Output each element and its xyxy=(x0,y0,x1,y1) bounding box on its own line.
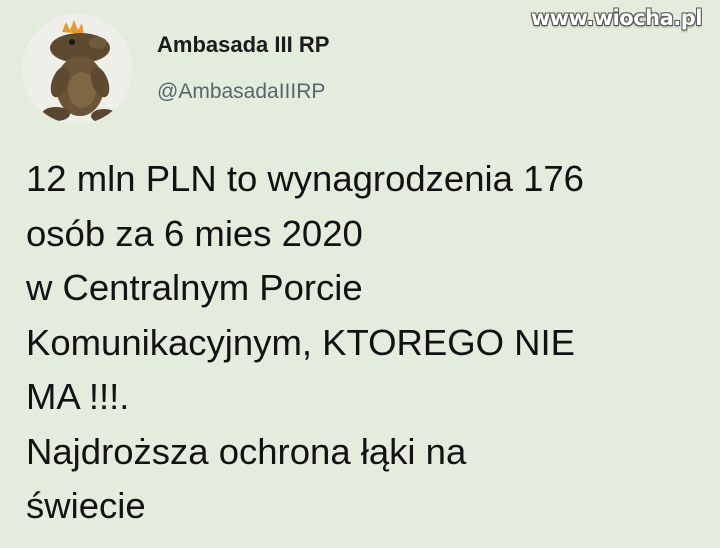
tweet-text-line: Komunikacyjnym, KTOREGO NIE xyxy=(26,321,575,363)
frog-toy-icon xyxy=(22,14,132,124)
tweet-text-line: w Centralnym Porcie xyxy=(26,267,363,308)
tweet-text-line: MA !!!. xyxy=(26,376,130,417)
author-avatar[interactable] xyxy=(22,14,132,124)
author-handle[interactable]: @AmbasadaIIIRP xyxy=(157,80,325,104)
tweet-text: 12 mln PLN to wynagrodzenia 176 osób za … xyxy=(26,152,706,534)
tweet-text-line: świecie xyxy=(26,485,146,526)
tweet-text-line: 12 mln PLN to wynagrodzenia 176 xyxy=(26,158,584,199)
tweet-text-line: Najdroższa ochrona łąki na xyxy=(26,430,467,472)
tweet-text-line: osób za 6 mies 2020 xyxy=(26,212,363,254)
author-display-name[interactable]: Ambasada III RP xyxy=(157,32,329,58)
site-watermark: www.wiocha.pl xyxy=(530,6,703,30)
